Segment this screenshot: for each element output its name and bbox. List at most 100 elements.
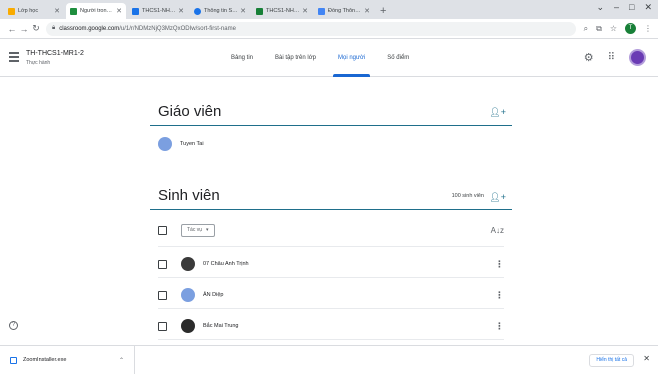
header-actions: ⚙ ⠿ [584,49,646,66]
show-all-button[interactable]: Hiển thị tất cả [589,354,634,367]
avatar [158,137,172,151]
forward-icon[interactable]: → [18,24,30,34]
students-divider [150,209,512,210]
browser-tab[interactable]: THCS1-NHOM2 ✕ [252,3,312,19]
teacher-name: Tuyen Tai [180,141,204,147]
invite-student-icon[interactable]: 👤︎+ [489,192,506,203]
actions-dropdown[interactable]: Tác vụ ▾ [181,223,215,237]
close-icon[interactable]: ✕ [116,7,122,15]
student-name: ÂN Diệp [203,292,224,298]
more-icon[interactable]: ⋮ [644,24,652,33]
window-controls: ⌄ – □ ✕ [596,2,652,13]
downloads-bar: ZoomInstaller.exe ⌃ Hiển thị tất cả ✕ [0,345,658,374]
classroom-favicon-icon [70,7,77,15]
reload-icon[interactable]: ↻ [30,23,42,34]
close-window-icon[interactable]: ✕ [644,2,652,13]
students-toolbar: Tác vụ ▾ A↓z [158,220,504,240]
tab-people[interactable]: Mọi người [327,39,376,77]
browser-tab[interactable]: Lớp học ✕ [4,3,64,19]
student-checkbox[interactable] [158,290,167,300]
chevron-down-icon[interactable]: ⌄ [596,2,604,13]
tab-label: Lớp học [18,8,39,14]
invite-teacher-icon[interactable]: 👤︎+ [489,107,506,118]
row-divider [158,339,504,340]
student-row[interactable]: ÂN Diệp ⋮ [158,285,504,305]
row-divider [158,246,504,247]
classroom-favicon-icon [8,7,15,15]
star-icon[interactable]: ☆ [610,24,617,33]
url-input[interactable]: 🔒︎ classroom.google.com /u/1/r/NDMzNjQ3M… [46,21,576,36]
avatar [181,257,195,271]
menu-icon[interactable] [9,52,19,64]
profile-icon[interactable]: T [625,23,636,34]
sheets-favicon-icon [256,7,263,15]
toolbar-right: ⌕ ⧉ ☆ T ⋮ [584,23,652,34]
students-heading: Sinh viên [158,187,220,204]
people-content: Giáo viên 👤︎+ Tuyen Tai Sinh viên 100 si… [150,77,512,345]
teacher-row[interactable]: Tuyen Tai [158,134,504,154]
close-icon[interactable]: ✕ [178,7,184,15]
tab-label: Người trong TH-T [80,8,115,14]
share-icon[interactable]: ⧉ [596,24,602,34]
student-checkbox[interactable] [158,259,167,269]
teachers-heading: Giáo viên [158,103,222,120]
actions-label: Tác vụ [187,227,203,233]
file-icon [10,356,17,364]
gear-icon[interactable]: ⚙ [584,51,594,64]
more-vert-icon[interactable]: ⋮ [495,321,504,332]
docs-favicon-icon [132,7,139,15]
minimize-icon[interactable]: – [614,2,619,13]
browser-tab-active[interactable]: Người trong TH-T ✕ [66,3,126,19]
tab-grades[interactable]: Số điểm [376,39,420,77]
close-icon[interactable]: ✕ [302,7,308,15]
avatar [181,288,195,302]
url-host: classroom.google.com [59,25,120,32]
class-name[interactable]: TH-THCS1-MR1-2 [26,50,84,57]
browser-tab[interactable]: Thông tin Sinh vi ✕ [190,3,250,19]
address-bar: ← → ↻ 🔒︎ classroom.google.com /u/1/r/NDM… [0,19,658,39]
maximize-icon[interactable]: □ [629,2,634,13]
url-path: /u/1/r/NDMzNjQ3MzQxODIw/sort-first-name [119,25,236,32]
sort-az-icon[interactable]: A↓z [491,226,504,235]
student-row[interactable]: 07 Châu Anh Trịnh ⋮ [158,254,504,274]
close-icon[interactable]: ✕ [240,7,246,15]
tab-label: Thông tin Sinh vi [204,8,238,14]
chevron-up-icon[interactable]: ⌃ [119,357,124,364]
close-icon[interactable]: ✕ [364,7,370,15]
student-count: 100 sinh viên [451,193,484,199]
back-icon[interactable]: ← [6,24,18,34]
browser-tab[interactable]: THCS1-NHOM2 ✕ [128,3,188,19]
browser-tab[interactable]: Đồng Thông Tin ✕ [314,3,374,19]
student-row[interactable]: Bắc Mai Trung ⋮ [158,316,504,336]
download-filename: ZoomInstaller.exe [23,357,67,363]
new-tab-icon[interactable]: + [380,3,386,19]
lock-icon: 🔒︎ [52,25,56,31]
tab-classwork[interactable]: Bài tập trên lớp [264,39,327,77]
avatar [181,319,195,333]
site-favicon-icon [318,7,325,15]
more-vert-icon[interactable]: ⋮ [495,290,504,301]
close-icon[interactable]: ✕ [54,7,60,15]
tab-stream[interactable]: Bảng tin [220,39,264,77]
more-vert-icon[interactable]: ⋮ [495,259,504,270]
apps-grid-icon[interactable]: ⠿ [608,52,615,63]
student-name: Bắc Mai Trung [203,323,239,329]
select-all-checkbox[interactable] [158,225,167,235]
teachers-divider [150,125,512,126]
classroom-header: TH-THCS1-MR1-2 Thực hành Bảng tin Bài tậ… [0,39,658,77]
close-icon[interactable]: ✕ [643,354,650,363]
help-icon[interactable]: ? [9,321,18,330]
tab-label: THCS1-NHOM2 [266,8,300,14]
student-name: 07 Châu Anh Trịnh [203,261,249,267]
browser-tabstrip: Lớp học ✕ Người trong TH-T ✕ THCS1-NHOM2… [0,0,658,19]
student-checkbox[interactable] [158,321,167,331]
row-divider [158,277,504,278]
row-divider [158,308,504,309]
download-item[interactable]: ZoomInstaller.exe ⌃ [0,345,135,374]
tab-label: Đồng Thông Tin [328,8,362,14]
account-avatar[interactable] [629,49,646,66]
class-subtitle: Thực hành [26,60,51,66]
tab-label: THCS1-NHOM2 [142,8,176,14]
google-favicon-icon [194,7,201,15]
search-icon[interactable]: ⌕ [584,24,588,34]
